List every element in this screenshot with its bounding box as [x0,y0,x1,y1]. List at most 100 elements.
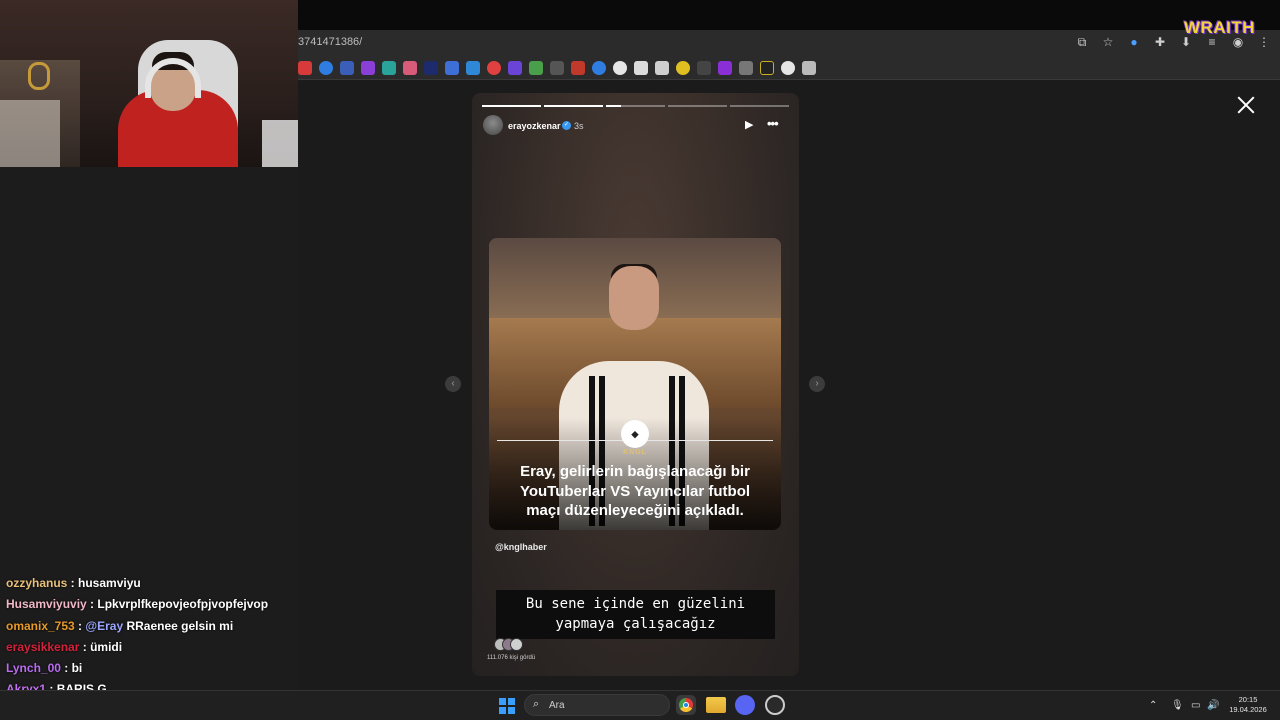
bookmark-icon[interactable] [697,60,711,75]
story-username[interactable]: erayozkenar [508,121,561,131]
chat-username[interactable]: eraysikkenar [6,640,79,654]
story-header: erayozkenar ✓ 3s ▶ ••• [483,115,788,137]
bookmark-icon[interactable] [802,60,816,75]
discord-icon[interactable] [735,695,755,715]
chat-username[interactable]: Husamviyuviy [6,597,87,611]
view-count[interactable]: 111.076 kişi gördü [487,655,535,661]
volume-icon[interactable]: 🔊 [1207,700,1219,711]
progress-segment [482,105,541,107]
clock-date: 19.04.2026 [1229,705,1267,714]
microphone-icon[interactable]: 🎙 [1171,700,1184,711]
bookmark-icon[interactable] [613,60,627,75]
taskbar-search[interactable]: ⌕ Ara [524,694,670,716]
avatar[interactable] [483,115,503,135]
story-credit[interactable]: @knglhaber [495,542,547,552]
close-icon[interactable] [1236,95,1256,115]
progress-segment [668,105,727,107]
chrome-icon[interactable] [676,695,696,715]
chat-separator: : [79,639,91,654]
caption-line: Bu sene içinde en güzelini [525,596,746,612]
webcam-feed [0,0,298,167]
chat-username[interactable]: ozzyhanus [6,576,67,590]
bookmark-star-icon[interactable]: ☆ [1100,34,1116,50]
clock-time: 20:15 [1238,695,1258,704]
bookmark-icon[interactable] [592,60,606,75]
extensions-puzzle-icon[interactable]: ✚ [1152,34,1168,50]
bookmark-icon[interactable] [382,60,396,75]
address-bar[interactable]: 3741471386/ ⧉ ☆ ● ✚ ⬇ ≡ ◉ ⋮ [298,30,1280,56]
bookmark-icon[interactable] [508,60,522,75]
chevron-up-icon[interactable]: ⌃ [1149,700,1157,711]
bookmark-icon[interactable] [760,60,774,75]
wraith-overlay-logo: WRAITH [1184,18,1255,37]
bookmark-icon[interactable] [445,60,459,75]
chat-text: Lpkvrplfkepovjeofpjvopfejvop [97,597,269,612]
chevron-left-icon[interactable]: ‹ [445,376,461,392]
headline-line: YouTuberlar VS Yayıncılar futbol [519,482,751,500]
bookmark-icon[interactable] [739,60,753,75]
headline-line: Eray, gelirlerin bağışlanacağı bir [520,463,750,480]
bookmark-icon[interactable] [550,60,564,75]
chat-message: Lynch_00 : bi [6,661,296,682]
url-text[interactable]: 3741471386/ [298,36,362,48]
bookmark-icon[interactable] [487,60,501,75]
bookmark-icon[interactable] [319,60,333,75]
bookmark-icon[interactable] [361,60,375,75]
progress-segment [606,105,665,107]
bookmark-icon[interactable] [676,60,690,75]
search-icon: ⌕ [533,698,540,710]
post-brand: KNGL [623,449,647,456]
windows-start-icon[interactable] [499,698,515,714]
chevron-right-icon[interactable]: › [809,376,825,392]
menu-kebab-icon[interactable]: ⋮ [1256,34,1272,50]
bookmark-icon[interactable] [298,60,312,75]
file-explorer-icon[interactable] [706,697,726,713]
story-card[interactable]: erayozkenar ✓ 3s ▶ ••• ◆ KNGL Eray, geli… [472,93,799,676]
play-icon[interactable]: ▶ [745,119,757,131]
chat-text: bi [71,661,83,676]
story-caption: Bu sene içinde en güzelini yapmaya çalış… [496,590,775,639]
more-icon[interactable]: ••• [767,117,785,131]
bookmark-icon[interactable] [340,60,354,75]
bookmark-icon[interactable] [466,60,480,75]
extension-icon[interactable]: ● [1126,34,1142,50]
install-app-icon[interactable]: ⧉ [1074,34,1090,50]
taskbar: ⌕ Ara ⌃ 🎙 ▭ 🔊 20:15 19.04.2026 [0,690,1280,720]
caption-line: yapmaya çalışacağız [555,616,716,632]
chat-message: Husamviyuviy : Lpkvrplfkepovjeofpjvopfej… [6,597,296,618]
post-headline: Eray, gelirlerin bağışlanacağı bir YouTu… [499,462,771,521]
app-icon[interactable] [765,695,785,715]
search-placeholder: Ara [549,700,565,711]
trophy-icon [28,62,50,90]
chat-message: omanix_753 : @Eray RRaenee gelsin mi [6,619,296,640]
taskbar-clock[interactable]: 20:15 19.04.2026 [1226,695,1270,715]
story-time: 3s [574,121,584,131]
bookmark-icon[interactable] [529,60,543,75]
bookmarks-bar [298,56,1280,80]
chat-username[interactable]: omanix_753 [6,619,75,633]
bookmark-icon[interactable] [403,60,417,75]
bookmark-icon[interactable] [571,60,585,75]
story-progress [482,105,789,107]
chat-message: ozzyhanus : husamviyu [6,576,296,597]
bookmark-icon[interactable] [634,60,648,75]
chat-mention: @Eray [85,618,124,633]
chat-text: RRaenee gelsin mi [123,618,234,633]
chat-username[interactable]: Lynch_00 [6,661,61,675]
progress-segment [544,105,603,107]
bookmark-icon[interactable] [781,60,795,75]
verified-badge-icon: ✓ [562,121,571,130]
chat-separator: : [67,576,79,590]
progress-segment [730,105,789,107]
chat-separator: : [74,618,86,633]
story-post-image: ◆ KNGL Eray, gelirlerin bağışlanacağı bi… [489,238,781,530]
bookmark-icon[interactable] [424,60,438,75]
chat-text: ümidi [90,639,123,654]
chat-text: husamviyu [78,576,141,590]
chat-message: eraysikkenar : ümidi [6,640,296,661]
bookmark-icon[interactable] [718,60,732,75]
network-icon[interactable]: ▭ [1191,700,1200,711]
bookmark-icon[interactable] [655,60,669,75]
chat-separator: : [60,661,72,676]
viewer-avatars[interactable] [494,638,524,652]
